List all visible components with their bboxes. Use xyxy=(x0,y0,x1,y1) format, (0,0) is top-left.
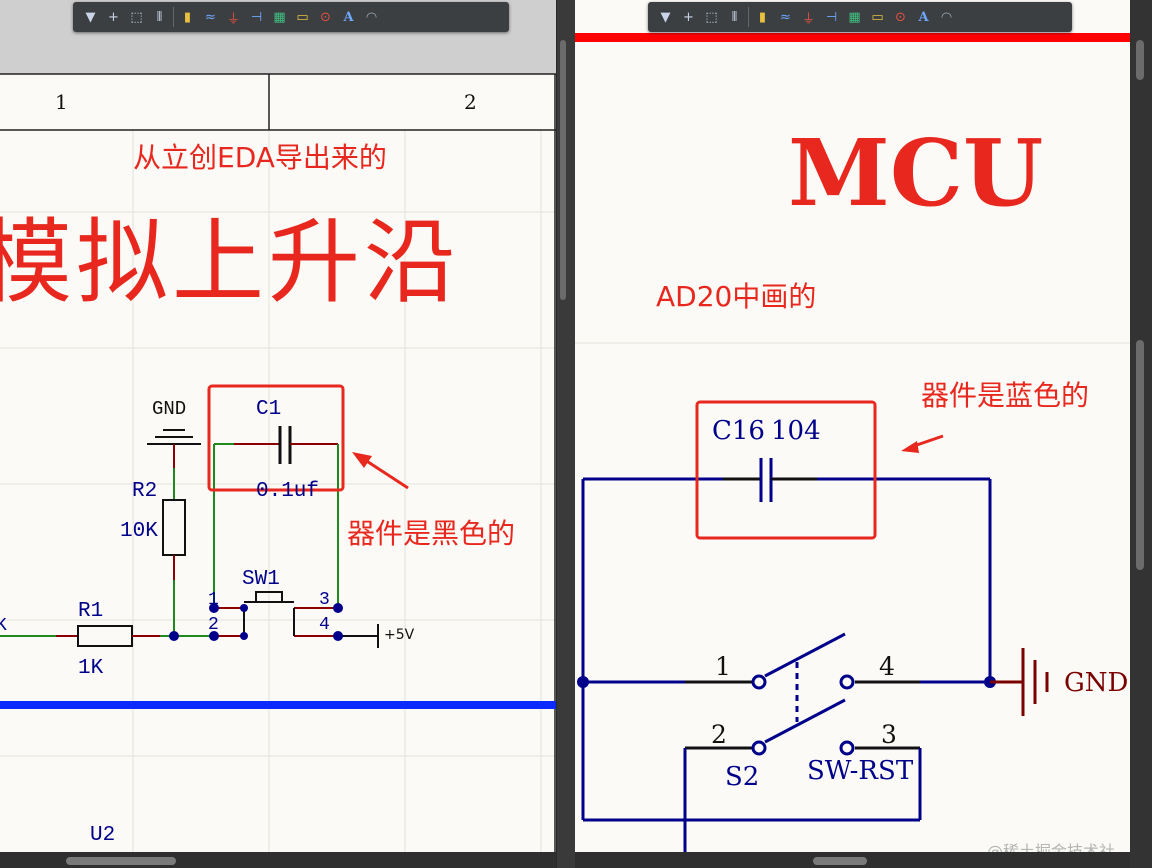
bus-line xyxy=(0,701,556,709)
annotation-exported-from-lceda: 从立创EDA导出来的 xyxy=(133,141,387,174)
c16-capacitor xyxy=(581,458,992,820)
right-vertical-scroll-thumb-top[interactable] xyxy=(1136,40,1144,80)
c1-value: 0.1uf xyxy=(256,480,320,503)
annotation-arrow-right xyxy=(901,434,944,453)
sw1-pin-4: 4 xyxy=(319,615,330,635)
r1-designator: R1 xyxy=(78,600,104,623)
s2-designator: S2 xyxy=(725,762,760,792)
harness-icon[interactable]: ▦ xyxy=(843,4,866,30)
s2-pin-4: 4 xyxy=(879,652,895,681)
filter-icon[interactable]: ▼ xyxy=(79,4,102,30)
net-label-icon[interactable]: ⊣ xyxy=(820,4,843,30)
add-icon[interactable]: + xyxy=(677,4,700,30)
port-icon[interactable]: ▭ xyxy=(866,4,889,30)
right-vertical-scroll-thumb[interactable] xyxy=(1136,340,1144,570)
sw1-pin-3: 3 xyxy=(319,590,330,610)
select-rect-icon[interactable]: ⬚ xyxy=(125,4,148,30)
power-port-icon[interactable]: ⊙ xyxy=(889,4,912,30)
sw1-designator: SW1 xyxy=(242,568,280,591)
net-label-edge: K xyxy=(0,616,7,636)
s2-pin-1: 1 xyxy=(715,652,731,681)
gnd-symbol-right xyxy=(990,648,1049,716)
component-icon[interactable]: ▮ xyxy=(176,4,199,30)
align-icon[interactable]: ⫴ xyxy=(148,4,171,30)
gnd-label-right: GND xyxy=(1064,668,1129,698)
arc-icon[interactable]: ◠ xyxy=(935,4,958,30)
r1-value: 1K xyxy=(78,657,104,680)
r2-value: 10K xyxy=(120,520,158,543)
sw1-pin-2: 2 xyxy=(208,615,219,635)
u2-designator: U2 xyxy=(90,824,116,847)
annotation-parts-blue: 器件是蓝色的 xyxy=(921,379,1090,412)
r2-designator: R2 xyxy=(132,480,158,503)
ground-icon[interactable]: ⏚ xyxy=(222,4,245,30)
bus-icon[interactable]: ≈ xyxy=(199,4,222,30)
title-simulated-rising-edge: 模拟上升沿 xyxy=(0,209,461,316)
s2-switch xyxy=(583,632,990,868)
port-icon[interactable]: ▭ xyxy=(291,4,314,30)
left-schematic-pane[interactable]: 1 2 从立创EDA导出来的 模拟上升沿 器件是黑色的 GND C1 0.1uf… xyxy=(0,0,556,868)
align-icon[interactable]: ⫴ xyxy=(723,4,746,30)
harness-icon[interactable]: ▦ xyxy=(268,4,291,30)
r1-resistor xyxy=(77,625,133,647)
right-active-bar: ▼ + ⬚ ⫴ ▮ ≈ ⏚ ⊣ ▦ ▭ ⊙ A ◠ xyxy=(648,2,1072,32)
zone-label-2: 2 xyxy=(464,90,477,114)
vcc-label: +5V xyxy=(384,627,415,643)
right-horizontal-scroll-thumb[interactable] xyxy=(813,857,867,865)
annotation-parts-black: 器件是黑色的 xyxy=(347,517,516,550)
s2-pin-2: 2 xyxy=(711,720,727,749)
r2-resistor xyxy=(162,499,186,556)
gnd-label: GND xyxy=(152,398,187,420)
left-horizontal-scroll-thumb[interactable] xyxy=(66,857,176,865)
left-active-bar: ▼ + ⬚ ⫴ ▮ ≈ ⏚ ⊣ ▦ ▭ ⊙ A ◠ xyxy=(73,2,509,32)
right-schematic-pane[interactable]: MCU AD20中画的 器件是蓝色的 C16 104 1 4 2 3 S2 SW… xyxy=(575,0,1130,868)
toolbar-separator xyxy=(748,7,749,27)
filter-icon[interactable]: ▼ xyxy=(654,4,677,30)
annotation-drawn-in-ad20: AD20中画的 xyxy=(656,280,817,313)
left-vertical-scroll-thumb[interactable] xyxy=(560,40,566,300)
c1-designator: C1 xyxy=(256,398,282,421)
zone-label-1: 1 xyxy=(55,90,68,114)
c16-value: 104 xyxy=(771,416,821,446)
add-icon[interactable]: + xyxy=(102,4,125,30)
sw1-pin-1: 1 xyxy=(208,590,219,610)
component-icon[interactable]: ▮ xyxy=(751,4,774,30)
s2-pin-3: 3 xyxy=(881,720,897,749)
net-label-icon[interactable]: ⊣ xyxy=(245,4,268,30)
select-rect-icon[interactable]: ⬚ xyxy=(700,4,723,30)
s2-value: SW-RST xyxy=(807,756,914,786)
ground-icon[interactable]: ⏚ xyxy=(797,4,820,30)
arc-icon[interactable]: ◠ xyxy=(360,4,383,30)
power-port-icon[interactable]: ⊙ xyxy=(314,4,337,30)
c16-designator: C16 xyxy=(712,416,765,446)
annotation-arrow-left xyxy=(352,452,409,490)
left-schematic-canvas[interactable] xyxy=(0,0,556,868)
title-mcu: MCU xyxy=(788,119,1044,227)
text-icon[interactable]: A xyxy=(337,4,360,30)
bus-icon[interactable]: ≈ xyxy=(774,4,797,30)
toolbar-separator xyxy=(173,7,174,27)
text-icon[interactable]: A xyxy=(912,4,935,30)
